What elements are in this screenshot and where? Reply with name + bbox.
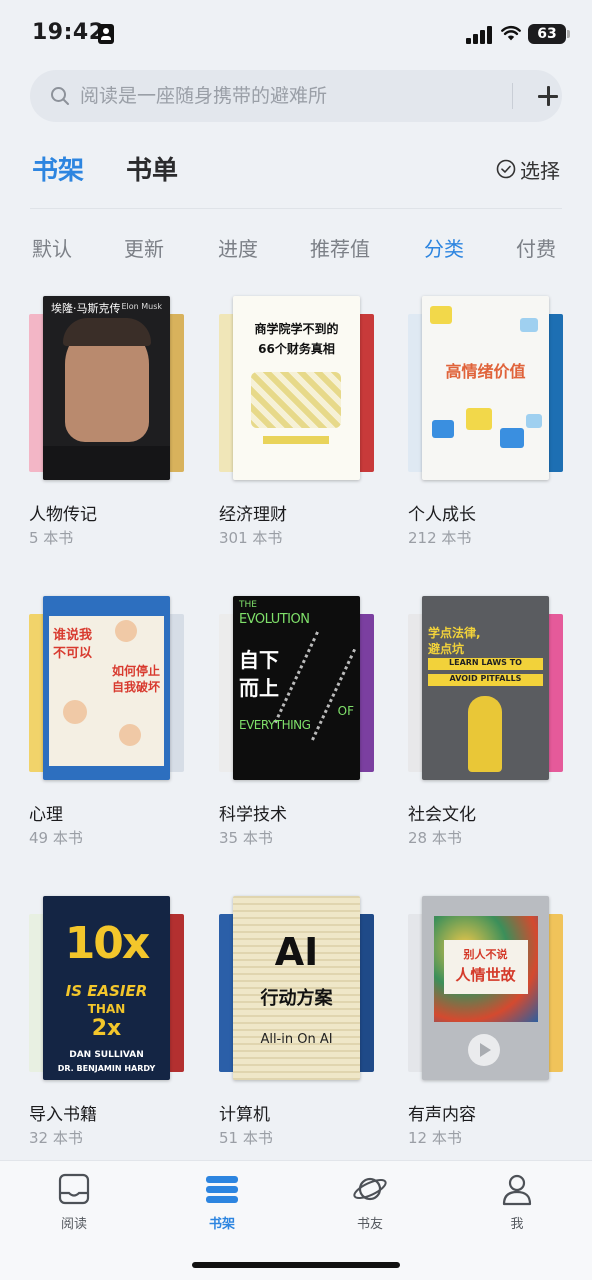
cover-stack: THE EVOLUTION 自下 而上 OF EVERYTHING xyxy=(219,596,379,782)
category-name: 心理 xyxy=(29,805,63,825)
book-cover: 10x IS EASIER THAN 2x DAN SULLIVAN DR. B… xyxy=(43,896,170,1080)
category-name: 人物传记 xyxy=(29,505,97,525)
bookshelf-icon xyxy=(206,1176,238,1203)
search-input[interactable] xyxy=(80,80,500,112)
search-bar[interactable] xyxy=(30,70,562,122)
book-cover: 谁说我 不可以 如何停止 自我破坏 xyxy=(43,596,170,780)
nav-bookshelf[interactable]: 书架 xyxy=(187,1171,257,1232)
check-circle-icon xyxy=(496,159,516,179)
sort-tab-paid[interactable]: 付费 xyxy=(516,233,556,262)
play-icon[interactable] xyxy=(468,1034,500,1066)
category-name: 社会文化 xyxy=(408,805,476,825)
status-bar: 19:42 63 xyxy=(0,0,592,70)
select-button[interactable]: 选择 xyxy=(496,156,560,183)
category-count: 301 本书 xyxy=(219,529,283,547)
category-name: 计算机 xyxy=(219,1105,270,1125)
select-label: 选择 xyxy=(520,158,560,183)
book-cover: AI 行动方案 All-in On AI xyxy=(233,896,360,1080)
category-name: 科学技术 xyxy=(219,805,287,825)
sort-tab-updated[interactable]: 更新 xyxy=(124,233,164,262)
reading-icon xyxy=(58,1173,90,1205)
category-count: 12 本书 xyxy=(408,1129,462,1147)
sort-tab-default[interactable]: 默认 xyxy=(32,233,72,262)
search-divider xyxy=(512,83,513,109)
add-icon[interactable] xyxy=(536,84,560,108)
wifi-icon xyxy=(501,26,521,41)
category-name: 经济理财 xyxy=(219,505,287,525)
sort-tab-recommend[interactable]: 推荐值 xyxy=(310,233,370,262)
cover-stack: AI 行动方案 All-in On AI xyxy=(219,896,379,1082)
nav-label: 我 xyxy=(510,1217,524,1232)
planet-icon xyxy=(353,1177,387,1201)
search-icon xyxy=(51,87,69,105)
book-cover: 商学院学不到的 66个财务真相 xyxy=(233,296,360,480)
book-cover: 高情绪价值 xyxy=(422,296,549,480)
category-name: 导入书籍 xyxy=(29,1105,97,1125)
category-count: 28 本书 xyxy=(408,829,462,847)
category-count: 51 本书 xyxy=(219,1129,273,1147)
status-time: 19:42 xyxy=(32,20,105,45)
cover-stack: 10x IS EASIER THAN 2x DAN SULLIVAN DR. B… xyxy=(29,896,189,1082)
category-count: 32 本书 xyxy=(29,1129,83,1147)
sort-tab-progress[interactable]: 进度 xyxy=(218,233,258,262)
home-indicator xyxy=(192,1262,400,1268)
cover-stack: 谁说我 不可以 如何停止 自我破坏 xyxy=(29,596,189,782)
cover-stack: 埃隆·马斯克传 Elon Musk xyxy=(29,296,189,482)
cover-stack: 别人不说 人情世故 xyxy=(408,896,568,1082)
nav-reading[interactable]: 阅读 xyxy=(39,1171,109,1232)
cover-stack: 商学院学不到的 66个财务真相 xyxy=(219,296,379,482)
category-name: 个人成长 xyxy=(408,505,476,525)
person-icon xyxy=(502,1174,532,1206)
book-cover: THE EVOLUTION 自下 而上 OF EVERYTHING xyxy=(233,596,360,780)
cover-stack: 高情绪价值 xyxy=(408,296,568,482)
book-cover: 学点法律, 避点坑 LEARN LAWS TO AVOID PITFALLS xyxy=(422,596,549,780)
category-count: 5 本书 xyxy=(29,529,74,547)
cover-stack: 学点法律, 避点坑 LEARN LAWS TO AVOID PITFALLS xyxy=(408,596,568,782)
sort-tab-category[interactable]: 分类 xyxy=(424,233,464,262)
book-cover: 埃隆·马斯克传 Elon Musk xyxy=(43,296,170,480)
nav-me[interactable]: 我 xyxy=(482,1171,552,1232)
tab-bookshelf[interactable]: 书架 xyxy=(32,150,84,187)
nav-friends[interactable]: 书友 xyxy=(335,1171,405,1232)
category-count: 35 本书 xyxy=(219,829,273,847)
cellular-signal-icon xyxy=(466,26,492,44)
tab-booklist[interactable]: 书单 xyxy=(126,150,178,187)
category-count: 49 本书 xyxy=(29,829,83,847)
category-name: 有声内容 xyxy=(408,1105,476,1125)
category-count: 212 本书 xyxy=(408,529,472,547)
contact-card-icon xyxy=(98,24,114,44)
battery-icon: 63 xyxy=(528,24,570,44)
nav-label: 阅读 xyxy=(60,1217,87,1232)
nav-label: 书友 xyxy=(356,1217,383,1232)
nav-label: 书架 xyxy=(208,1217,235,1232)
header-divider xyxy=(30,208,562,209)
